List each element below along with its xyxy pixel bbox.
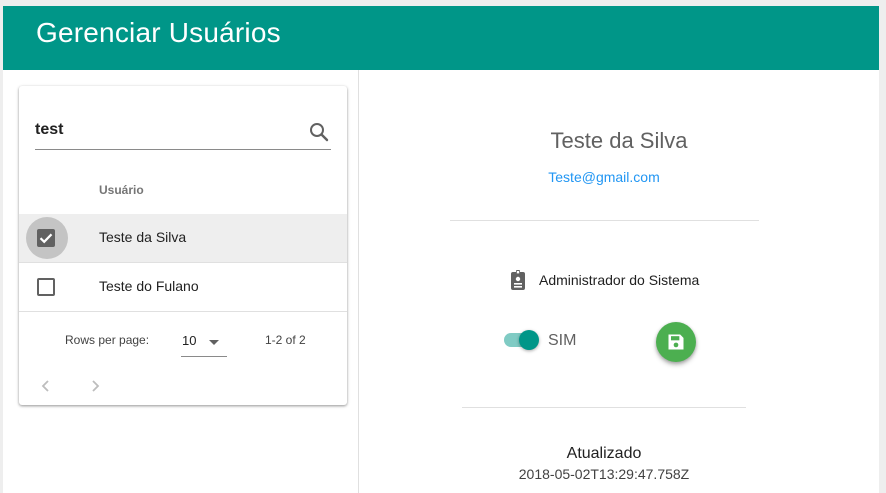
active-toggle[interactable] <box>502 328 542 352</box>
rows-per-page-value: 10 <box>182 333 197 348</box>
caret-down-icon <box>209 340 219 345</box>
updated-label: Atualizado <box>566 445 642 462</box>
row-checkbox[interactable] <box>37 229 55 247</box>
save-button[interactable] <box>656 322 696 362</box>
table-header: Usuário <box>19 166 347 215</box>
table-pagination: Rows per page: 10 1-2 of 2 <box>19 312 347 405</box>
search-icon[interactable] <box>307 120 331 144</box>
page-title: Gerenciar Usuários <box>36 17 281 48</box>
row-user-name: Teste do Fulano <box>99 278 199 294</box>
floppy-disk-icon <box>668 334 684 350</box>
check-icon <box>39 233 53 244</box>
active-toggle-label: SIM <box>548 332 577 349</box>
window-frame-right <box>879 0 886 493</box>
search-input[interactable] <box>35 118 295 142</box>
updated-timestamp: 2018-05-02T13:29:47.758Z <box>518 466 690 482</box>
user-detail-panel: Teste da Silva Teste@gmail.com Administr… <box>359 70 879 493</box>
badge-icon <box>506 268 530 292</box>
user-detail-name: Teste da Silva <box>550 128 688 153</box>
rows-per-page-label: Rows per page: <box>65 333 150 347</box>
detail-divider <box>462 407 746 408</box>
search-field <box>35 112 331 150</box>
chevron-left-icon[interactable] <box>34 374 58 398</box>
rows-per-page-select[interactable]: 10 <box>181 328 227 357</box>
user-role: Administrador do Sistema <box>539 272 700 288</box>
pagination-range: 1-2 of 2 <box>265 333 306 347</box>
chevron-right-icon[interactable] <box>83 374 107 398</box>
toggle-thumb <box>519 330 539 350</box>
row-checkbox[interactable] <box>37 278 55 296</box>
table-row[interactable]: Teste do Fulano <box>19 263 347 312</box>
user-detail-email[interactable]: Teste@gmail.com <box>359 169 849 185</box>
select-underline <box>181 356 227 357</box>
search-underline <box>35 149 331 150</box>
detail-divider <box>450 220 759 221</box>
user-list-card: Usuário Teste da Silva Teste do Fulano R… <box>19 86 347 405</box>
app-bar: Gerenciar Usuários <box>3 6 879 70</box>
row-user-name: Teste da Silva <box>99 229 187 245</box>
column-header-usuario[interactable]: Usuário <box>99 183 144 197</box>
table-row[interactable]: Teste da Silva <box>19 214 347 263</box>
